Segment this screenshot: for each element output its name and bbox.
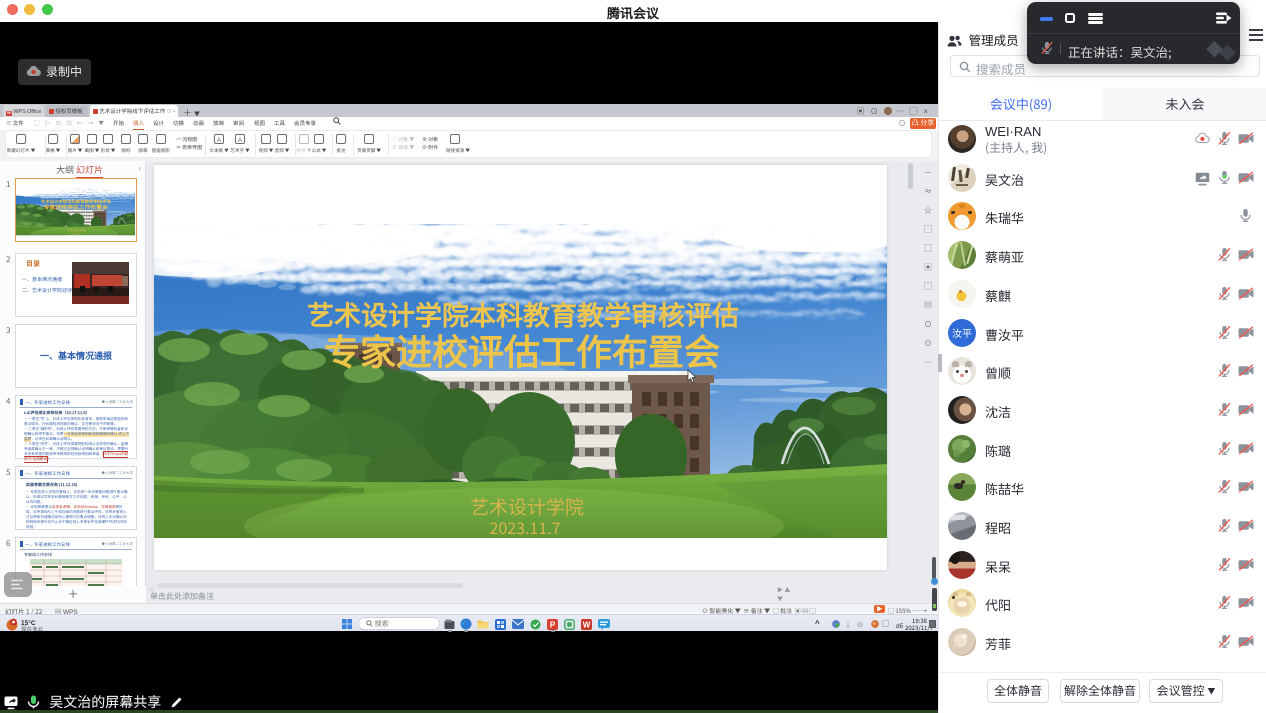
svg-text:W: W [583, 620, 591, 631]
svg-text:P: P [550, 620, 556, 631]
